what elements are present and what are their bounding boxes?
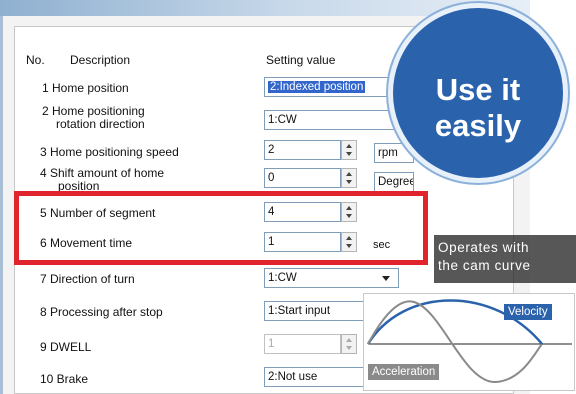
home-speed-input[interactable]: 2 xyxy=(264,140,341,160)
row-label-direction-of-turn: 7 Direction of turn xyxy=(40,272,135,286)
highlight-frame xyxy=(14,191,428,265)
acceleration-label: Acceleration xyxy=(368,364,440,380)
shift-amount-input[interactable]: 0 xyxy=(264,168,341,188)
shift-amount-unit-select[interactable]: Degree xyxy=(374,172,414,192)
row-label-brake: 10 Brake xyxy=(40,372,89,386)
home-position-select[interactable]: 2:Indexed position xyxy=(264,77,404,97)
home-speed-value: 2 xyxy=(268,144,275,156)
row-label-shift-amount: 4 Shift amount of home xyxy=(40,166,165,180)
header-setting-value: Setting value xyxy=(266,53,336,67)
cam-curve-caption: Operates with the cam curve xyxy=(434,235,576,283)
home-speed-spinner[interactable] xyxy=(341,140,357,160)
processing-after-stop-value: 1:Start input xyxy=(268,305,331,317)
brake-select[interactable]: 2:Not use xyxy=(264,367,364,387)
row-label-home-direction: 2 Home positioning xyxy=(42,104,145,118)
header-description: Description xyxy=(70,53,131,67)
cam-curve-caption-text: Operates with the cam curve xyxy=(438,239,576,275)
brake-value: 2:Not use xyxy=(268,371,318,383)
cam-caption-line-1: Operates with xyxy=(438,240,530,255)
direction-of-turn-dropdown-icon[interactable] xyxy=(382,276,390,281)
home-position-value: 2:Indexed position xyxy=(268,81,366,93)
home-direction-value: 1:CW xyxy=(268,114,297,126)
badge-text: Use it easily xyxy=(434,72,522,143)
row-label-home-speed: 3 Home positioning speed xyxy=(40,145,179,159)
dwell-value: 1 xyxy=(268,338,275,350)
row-label-dwell: 9 DWELL xyxy=(40,340,92,354)
home-direction-select[interactable]: 1:CW xyxy=(264,110,400,130)
shift-amount-spinner[interactable] xyxy=(341,168,357,188)
direction-of-turn-select[interactable]: 1:CW xyxy=(264,268,399,288)
header-no: No. xyxy=(26,53,45,67)
row-label-home-direction-2: rotation direction xyxy=(56,117,145,131)
shift-amount-unit: Degree xyxy=(378,176,414,188)
direction-of-turn-value: 1:CW xyxy=(268,272,297,284)
dwell-spinner[interactable] xyxy=(341,334,357,354)
velocity-label: Velocity xyxy=(504,304,552,320)
cam-caption-line-2: the cam curve xyxy=(438,258,531,273)
processing-after-stop-select[interactable]: 1:Start input xyxy=(264,301,364,321)
use-it-easily-badge: Use it easily xyxy=(388,3,568,183)
shift-amount-value: 0 xyxy=(268,172,275,184)
cam-curve-graph: Velocity Acceleration xyxy=(363,293,575,391)
row-label-home-position: 1 Home position xyxy=(42,81,129,95)
dwell-input[interactable]: 1 xyxy=(264,334,341,354)
row-label-processing-after-stop: 8 Processing after stop xyxy=(40,305,163,319)
home-speed-unit: rpm xyxy=(378,147,398,159)
